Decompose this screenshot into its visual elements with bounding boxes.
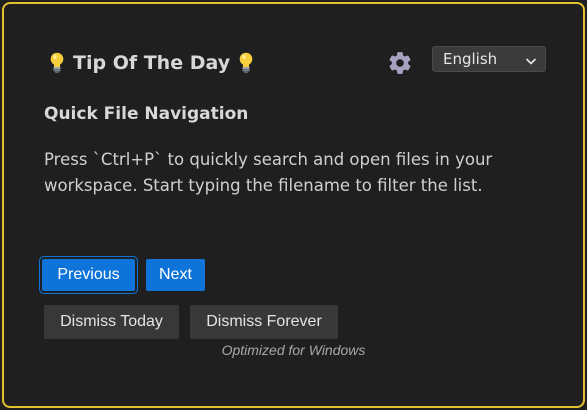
language-select[interactable]: English [432,46,546,72]
chevron-down-icon [525,53,537,65]
platform-note: Optimized for Windows [221,342,366,358]
panel-title-text: Tip Of The Day [73,52,231,74]
tip-body: Press `Ctrl+P` to quickly search and ope… [44,150,493,195]
previous-button[interactable]: Previous [42,259,135,291]
dismiss-today-button[interactable]: Dismiss Today [44,305,179,339]
panel-title: Tip Of The Day [50,49,253,77]
language-select-value: English [443,50,498,68]
next-button[interactable]: Next [146,259,205,291]
tip-title: Quick File Navigation [44,104,249,124]
lightbulb-icon [239,52,253,74]
gear-icon[interactable] [387,50,413,76]
lightbulb-icon [50,52,64,74]
dismiss-forever-button[interactable]: Dismiss Forever [190,305,338,339]
